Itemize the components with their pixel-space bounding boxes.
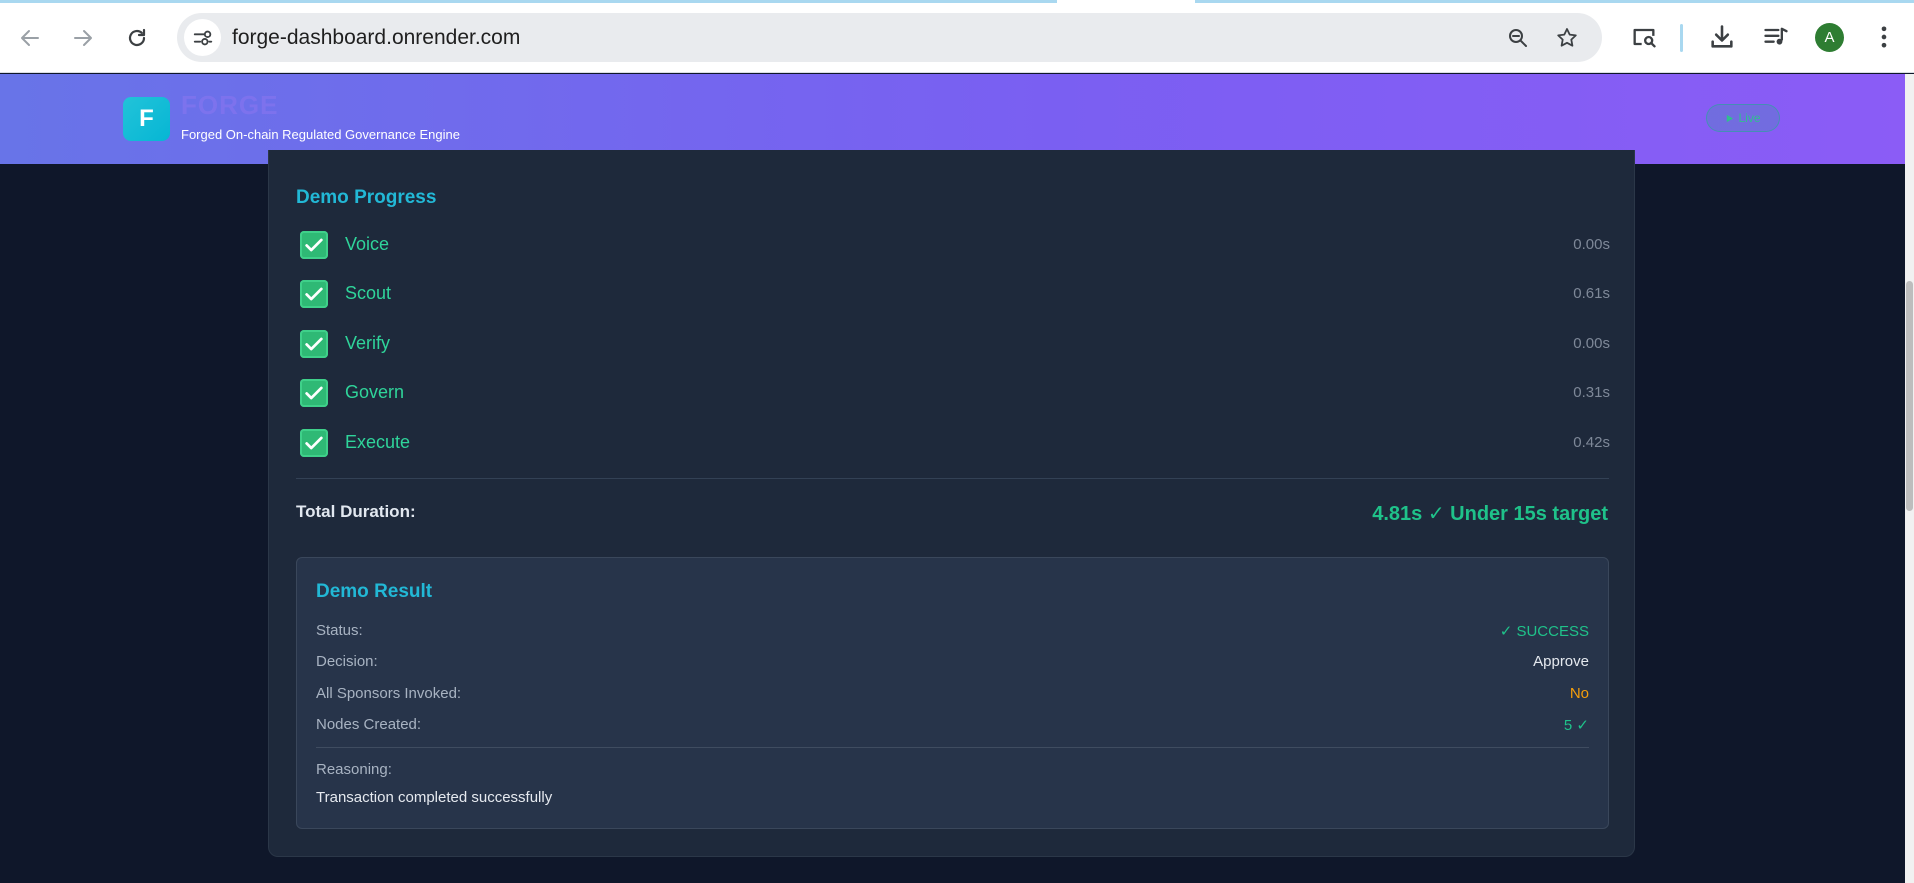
reload-icon — [128, 28, 146, 47]
reasoning-text: Transaction completed successfully — [316, 789, 553, 806]
progress-title: Demo Progress — [296, 187, 437, 208]
profile-avatar[interactable]: A — [1815, 23, 1844, 52]
zoom-icon — [1509, 29, 1527, 47]
result-title: Demo Result — [316, 581, 433, 602]
live-status-label: Live — [1738, 111, 1761, 125]
step-checkbox — [300, 379, 328, 407]
demo-card: Demo Progress Voice 0.00s Scout 0.61s Ve… — [268, 150, 1635, 857]
step-label: Govern — [345, 382, 405, 402]
search-tab-button[interactable] — [1627, 20, 1661, 54]
more-menu-icon — [1881, 26, 1887, 48]
step-checkbox — [300, 330, 328, 358]
app-subtitle: Forged On-chain Regulated Governance Eng… — [181, 127, 460, 142]
app-title: FORGE — [181, 90, 279, 120]
result-row-status: Status: ✓ SUCCESS — [316, 622, 1589, 642]
demo-result-panel: Demo Result Status: ✓ SUCCESS Decision: … — [296, 557, 1609, 829]
step-time: 0.00s — [1573, 335, 1610, 352]
reasoning-label: Reasoning: — [316, 761, 392, 778]
step-row-verify: Verify 0.00s — [300, 330, 1610, 360]
site-info-button[interactable] — [184, 19, 221, 56]
step-label: Verify — [345, 333, 391, 353]
play-icon — [1727, 114, 1734, 122]
step-label: Voice — [345, 234, 390, 254]
zoom-button[interactable] — [1504, 24, 1532, 52]
check-icon — [305, 337, 323, 351]
result-row-sponsors: All Sponsors Invoked: No — [316, 685, 1589, 705]
step-row-voice: Voice 0.00s — [300, 231, 1610, 261]
progress-divider — [296, 478, 1609, 479]
sponsors-label: All Sponsors Invoked: — [316, 685, 462, 702]
result-row-decision: Decision: Approve — [316, 653, 1589, 673]
sponsors-value: No — [1569, 685, 1589, 702]
total-duration-value: 4.81s ✓ Under 15s target — [1372, 503, 1608, 525]
step-checkbox — [300, 231, 328, 259]
result-divider — [316, 747, 1589, 748]
media-control-button[interactable] — [1759, 20, 1793, 54]
forward-icon — [74, 30, 92, 46]
status-label: Status: — [316, 622, 363, 639]
check-icon — [305, 287, 323, 301]
step-time: 0.42s — [1573, 434, 1610, 451]
media-control-icon — [1764, 27, 1788, 45]
step-row-execute: Execute 0.42s — [300, 429, 1610, 459]
total-duration-label: Total Duration: — [296, 502, 416, 521]
page-scrollbar-thumb[interactable] — [1906, 281, 1913, 511]
downloads-button[interactable] — [1705, 20, 1739, 54]
search-tab-icon — [1633, 28, 1656, 48]
toolbar-separator — [1680, 24, 1683, 52]
step-time: 0.31s — [1573, 384, 1610, 401]
url-text[interactable]: forge-dashboard.onrender.com — [232, 26, 520, 50]
bookmark-button[interactable] — [1553, 24, 1581, 52]
step-label: Scout — [345, 283, 392, 303]
app-logo: F — [123, 97, 170, 141]
check-icon — [305, 436, 323, 450]
back-icon — [21, 30, 39, 46]
address-bar[interactable]: forge-dashboard.onrender.com — [177, 13, 1602, 62]
live-status-badge: Live — [1706, 104, 1780, 132]
step-time: 0.61s — [1573, 285, 1610, 302]
step-row-govern: Govern 0.31s — [300, 379, 1610, 409]
nodes-label: Nodes Created: — [316, 716, 422, 733]
forward-button[interactable] — [63, 18, 103, 58]
reload-button[interactable] — [117, 18, 157, 58]
download-icon — [1711, 25, 1733, 48]
step-time: 0.00s — [1573, 236, 1610, 253]
site-info-icon — [193, 30, 212, 45]
tab-strip-indicator — [0, 0, 1914, 3]
step-checkbox — [300, 280, 328, 308]
step-label: Execute — [345, 432, 411, 452]
status-value: ✓ SUCCESS — [1499, 623, 1589, 640]
bookmark-star-icon — [1557, 28, 1577, 47]
browser-toolbar: forge-dashboard.onrender.com A — [0, 0, 1914, 73]
step-checkbox — [300, 429, 328, 457]
decision-label: Decision: — [316, 653, 378, 670]
more-menu-button[interactable] — [1867, 20, 1901, 54]
check-icon — [305, 238, 323, 252]
check-icon — [305, 386, 323, 400]
result-row-nodes: Nodes Created: 5 ✓ — [316, 716, 1589, 736]
back-button[interactable] — [10, 18, 50, 58]
nodes-value: 5 ✓ — [1563, 717, 1589, 734]
step-row-scout: Scout 0.61s — [300, 280, 1610, 310]
decision-value: Approve — [1533, 653, 1589, 670]
